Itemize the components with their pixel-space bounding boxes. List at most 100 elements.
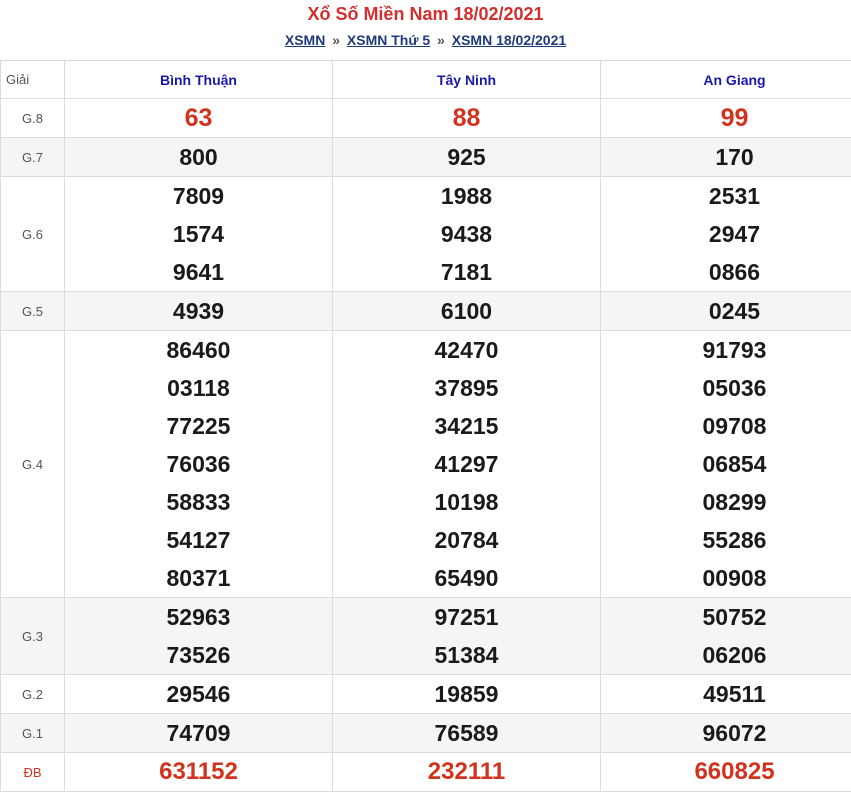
- prize-cell: 29546: [64, 674, 333, 714]
- prize-number: 2531: [708, 183, 761, 209]
- prize-number: 7181: [440, 259, 493, 285]
- province-header-tay-ninh[interactable]: Tây Ninh: [332, 60, 601, 99]
- breadcrumb: XSMN » XSMN Thứ 5 » XSMN 18/02/2021: [0, 28, 851, 60]
- prize-label: G.5: [0, 291, 65, 331]
- prize-label: ĐB: [0, 752, 65, 792]
- results-body: G.8 63 88 99 G.7 800 925 170 G.6 7809 1574 9641 1988…: [0, 98, 851, 792]
- prize-number: 925: [447, 144, 486, 170]
- prize-number: 63: [184, 104, 213, 132]
- prize-row: G.4 86460 03118 77225 76036 58833 54127 80371 42…: [0, 330, 851, 598]
- prize-number: 09708: [702, 413, 767, 439]
- prize-label: G.2: [0, 674, 65, 714]
- province-header-an-giang[interactable]: An Giang: [600, 60, 851, 99]
- prize-number: 97251: [434, 604, 499, 630]
- prize-number: 88: [452, 104, 481, 132]
- prize-cell: 76589: [332, 713, 601, 753]
- prize-number: 20784: [434, 527, 499, 553]
- prize-cell: 2531 2947 0866: [600, 176, 851, 292]
- breadcrumb-link-xsmn-thu-5[interactable]: XSMN Thứ 5: [347, 32, 430, 48]
- prize-number: 34215: [434, 413, 499, 439]
- prize-number: 50752: [702, 604, 767, 630]
- prize-row: ĐB 631152 232111 660825: [0, 752, 851, 792]
- prize-number: 91793: [702, 337, 767, 363]
- prize-row: G.8 63 88 99: [0, 98, 851, 138]
- province-header-binh-thuan[interactable]: Bình Thuận: [64, 60, 333, 99]
- prize-number: 86460: [166, 337, 231, 363]
- results-table: Giải Bình Thuận Tây Ninh An Giang G.8 63 8…: [0, 60, 851, 792]
- prize-cell: 660825: [600, 752, 851, 792]
- prize-cell: 63: [64, 98, 333, 138]
- prize-cell: 91793 05036 09708 06854 08299 55286 00908: [600, 330, 851, 598]
- prize-cell: 170: [600, 137, 851, 177]
- prize-number: 03118: [167, 375, 230, 401]
- prize-number: 80371: [166, 565, 231, 591]
- prize-number: 51384: [434, 642, 499, 668]
- prize-number: 9641: [172, 259, 225, 285]
- prize-row: G.5 4939 6100 0245: [0, 291, 851, 331]
- prize-number: 42470: [434, 337, 499, 363]
- breadcrumb-separator: »: [437, 32, 445, 48]
- prize-number: 00908: [702, 565, 767, 591]
- prize-cell: 7809 1574 9641: [64, 176, 333, 292]
- prize-number: 55286: [702, 527, 767, 553]
- breadcrumb-link-xsmn-date[interactable]: XSMN 18/02/2021: [452, 32, 566, 48]
- prize-cell: 631152: [64, 752, 333, 792]
- prize-number: 41297: [434, 451, 499, 477]
- prize-cell: 50752 06206: [600, 597, 851, 675]
- prize-cell: 52963 73526: [64, 597, 333, 675]
- special-prize-number: 631152: [159, 758, 238, 785]
- prize-label: G.6: [0, 176, 65, 292]
- prize-cell: 96072: [600, 713, 851, 753]
- prize-cell: 1988 9438 7181: [332, 176, 601, 292]
- prize-number: 800: [179, 144, 218, 170]
- prize-cell: 19859: [332, 674, 601, 714]
- prize-number: 1574: [172, 221, 225, 247]
- prize-row: G.1 74709 76589 96072: [0, 713, 851, 753]
- prize-number: 49511: [703, 681, 766, 707]
- prize-cell: 99: [600, 98, 851, 138]
- prize-number: 96072: [702, 720, 767, 746]
- prize-cell: 6100: [332, 291, 601, 331]
- prize-cell: 42470 37895 34215 41297 10198 20784 65490: [332, 330, 601, 598]
- prize-number: 58833: [166, 489, 231, 515]
- prize-cell: 49511: [600, 674, 851, 714]
- prize-number: 05036: [702, 375, 767, 401]
- prize-label: G.1: [0, 713, 65, 753]
- prize-cell: 800: [64, 137, 333, 177]
- prize-number: 2947: [708, 221, 761, 247]
- special-prize-number: 660825: [694, 758, 775, 785]
- breadcrumb-link-xsmn[interactable]: XSMN: [285, 32, 325, 48]
- prize-label: G.3: [0, 597, 65, 675]
- special-prize-number: 232111: [427, 758, 506, 785]
- prize-cell: 0245: [600, 291, 851, 331]
- prize-row: G.2 29546 19859 49511: [0, 674, 851, 714]
- prize-number: 06854: [702, 451, 767, 477]
- prize-number: 73526: [166, 642, 231, 668]
- prize-number: 4939: [172, 298, 225, 324]
- prize-number: 74709: [166, 720, 231, 746]
- prize-number: 76589: [434, 720, 499, 746]
- prize-number: 6100: [440, 298, 493, 324]
- prize-number: 06206: [702, 642, 767, 668]
- prize-number: 99: [720, 104, 749, 132]
- prize-number: 52963: [166, 604, 231, 630]
- prize-number: 37895: [434, 375, 499, 401]
- prize-number: 76036: [166, 451, 231, 477]
- table-header-row: Giải Bình Thuận Tây Ninh An Giang: [0, 60, 851, 99]
- prize-cell: 232111: [332, 752, 601, 792]
- prize-number: 77225: [166, 413, 231, 439]
- prize-label: G.4: [0, 330, 65, 598]
- prize-cell: 4939: [64, 291, 333, 331]
- prize-number: 54127: [166, 527, 231, 553]
- prize-number: 170: [715, 144, 754, 170]
- prize-number: 29546: [166, 681, 231, 707]
- prize-number: 9438: [440, 221, 493, 247]
- prize-label: G.7: [0, 137, 65, 177]
- prize-number: 0245: [708, 298, 761, 324]
- prize-number: 65490: [434, 565, 499, 591]
- prize-number: 08299: [702, 489, 767, 515]
- prize-cell: 86460 03118 77225 76036 58833 54127 80371: [64, 330, 333, 598]
- prize-row: G.3 52963 73526 97251 51384 50752 06206: [0, 597, 851, 675]
- prize-cell: 97251 51384: [332, 597, 601, 675]
- prize-row: G.6 7809 1574 9641 1988 9438 7181 2531 2947 0866: [0, 176, 851, 292]
